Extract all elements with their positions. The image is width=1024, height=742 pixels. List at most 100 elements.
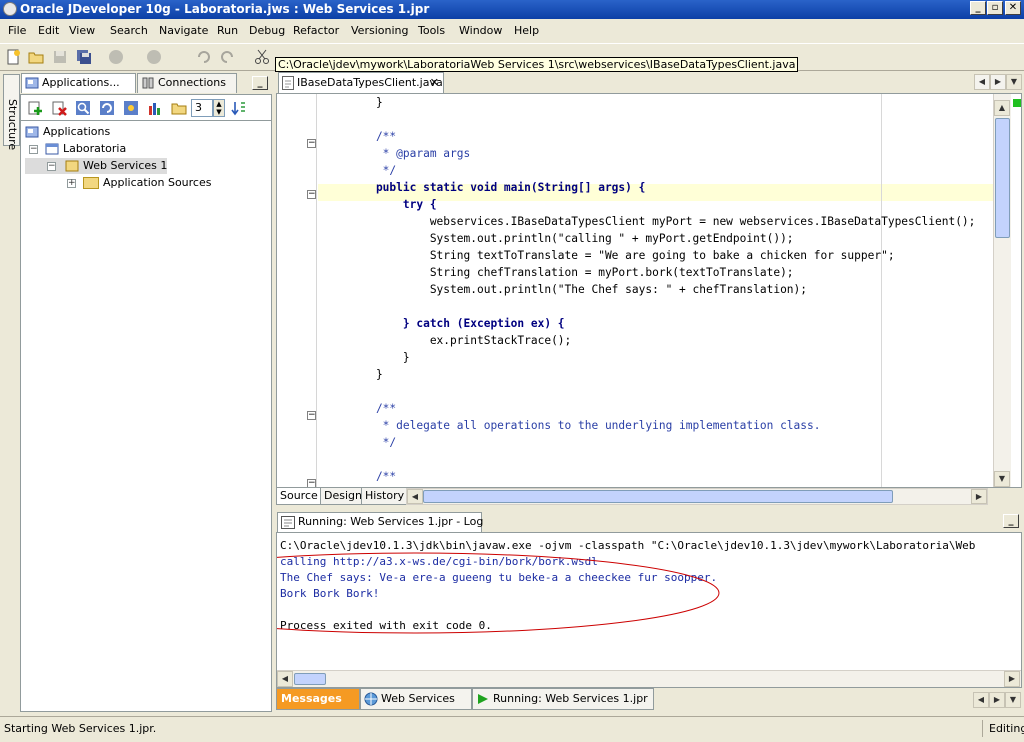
- right-margin-line: [881, 94, 882, 487]
- log-output[interactable]: C:\Oracle\jdev10.1.3\jdk\bin\javaw.exe -…: [276, 532, 1022, 688]
- redo-icon[interactable]: [220, 49, 236, 65]
- code-line: System.out.println("The Chef says: " + c…: [349, 283, 808, 296]
- editor-vertical-scrollbar[interactable]: ▲ ▼: [993, 94, 1011, 487]
- back-icon[interactable]: [108, 49, 124, 65]
- code-line: try {: [349, 198, 437, 211]
- log-minimize-button[interactable]: _: [1003, 514, 1019, 528]
- delete-icon[interactable]: [51, 100, 67, 116]
- properties-icon[interactable]: [123, 100, 139, 116]
- status-bar: Starting Web Services 1.jpr. Editing: [0, 716, 1024, 740]
- level-spinner-input[interactable]: 3: [191, 99, 213, 117]
- navigator-minimize-button[interactable]: _: [252, 76, 268, 90]
- level-spinner-arrows[interactable]: ▲ ▼: [213, 99, 225, 117]
- chart-icon[interactable]: [147, 100, 163, 116]
- scroll-thumb[interactable]: [995, 118, 1010, 238]
- tab-scroll-left-button[interactable]: ◀: [974, 74, 990, 90]
- menu-refactor[interactable]: Refactor: [293, 24, 339, 37]
- open-icon[interactable]: [28, 49, 44, 65]
- fold-collapse-icon[interactable]: −: [307, 479, 316, 487]
- tab-messages[interactable]: Messages: [276, 688, 360, 710]
- new-icon[interactable]: [5, 49, 21, 65]
- find-icon[interactable]: [75, 100, 91, 116]
- run-icon: [478, 694, 488, 704]
- tree-node-application-sources[interactable]: + Application Sources: [25, 175, 211, 191]
- code-line: */: [349, 436, 397, 449]
- code-editor[interactable]: − − − − } /** * @param args */ public st…: [276, 93, 1022, 488]
- fold-collapse-icon[interactable]: −: [307, 190, 316, 199]
- tab-connections[interactable]: Connections: [137, 73, 237, 93]
- collapse-icon[interactable]: −: [29, 145, 38, 154]
- structure-side-tab[interactable]: Structure: [3, 74, 20, 150]
- dock-tab-bar: Messages Web Services Running: Web Servi…: [276, 688, 1022, 710]
- code-line: String chefTranslation = myPort.bork(tex…: [349, 266, 794, 279]
- tab-scroll-right-button[interactable]: ▶: [990, 74, 1006, 90]
- scroll-right-button[interactable]: ▶: [971, 489, 987, 504]
- code-line: }: [349, 96, 383, 109]
- save-all-icon[interactable]: [76, 49, 92, 65]
- close-button[interactable]: ✕: [1005, 1, 1021, 15]
- tab-history[interactable]: History: [361, 488, 409, 505]
- forward-icon[interactable]: [146, 49, 162, 65]
- code-line: }: [349, 351, 410, 364]
- scroll-down-button[interactable]: ▼: [994, 471, 1010, 487]
- menu-tools[interactable]: Tools: [418, 24, 445, 37]
- jdeveloper-app-icon: [3, 2, 17, 16]
- tab-applications[interactable]: Applications...: [21, 73, 136, 93]
- dock-scroll-left-button[interactable]: ◀: [973, 692, 989, 708]
- tree-label-applications: Applications: [43, 125, 111, 138]
- fold-collapse-icon[interactable]: −: [307, 411, 316, 420]
- tree-node-web-services-1[interactable]: − Web Services 1: [25, 158, 168, 174]
- menu-debug[interactable]: Debug: [249, 24, 285, 37]
- log-horizontal-scrollbar[interactable]: ◀ ▶: [277, 670, 1021, 687]
- code-line: */: [349, 164, 397, 177]
- collapse-icon[interactable]: −: [47, 162, 56, 171]
- annotation-ellipse: [277, 552, 720, 634]
- code-line: * @param args: [349, 147, 471, 160]
- editor-tab-ibasedatatypesclient[interactable]: IBaseDataTypesClient.java ✕: [278, 72, 444, 93]
- close-tab-icon[interactable]: ✕: [430, 73, 439, 92]
- tab-design[interactable]: Design: [320, 488, 366, 505]
- status-mode: Editing: [989, 722, 1024, 735]
- navigator-toolbar: 3 ▲ ▼: [20, 94, 272, 120]
- menu-run[interactable]: Run: [217, 24, 238, 37]
- maximize-button[interactable]: ▫: [987, 1, 1003, 15]
- tab-list-button[interactable]: ▼: [1006, 74, 1022, 90]
- menu-view[interactable]: View: [69, 24, 95, 37]
- tab-source[interactable]: Source: [276, 488, 322, 505]
- folder-icon[interactable]: [171, 100, 187, 116]
- scroll-right-button[interactable]: ▶: [1004, 671, 1020, 687]
- tab-web-services[interactable]: Web Services: [360, 688, 472, 710]
- dock-scroll-right-button[interactable]: ▶: [989, 692, 1005, 708]
- dock-list-button[interactable]: ▼: [1005, 692, 1021, 708]
- menu-edit[interactable]: Edit: [38, 24, 59, 37]
- cut-icon[interactable]: [254, 49, 270, 65]
- tab-connections-label: Connections: [158, 76, 226, 89]
- hscroll-thumb[interactable]: [294, 673, 326, 685]
- menu-help[interactable]: Help: [514, 24, 539, 37]
- scroll-left-button[interactable]: ◀: [407, 489, 423, 504]
- save-icon[interactable]: [52, 49, 68, 65]
- menu-file[interactable]: File: [8, 24, 26, 37]
- menu-navigate[interactable]: Navigate: [159, 24, 208, 37]
- connections-icon: [142, 77, 154, 89]
- file-path-tooltip: C:\Oracle\jdev\mywork\LaboratoriaWeb Ser…: [275, 57, 799, 72]
- menu-versioning[interactable]: Versioning: [351, 24, 408, 37]
- tab-running[interactable]: Running: Web Services 1.jpr: [472, 688, 654, 710]
- sort-icon[interactable]: [231, 100, 247, 116]
- undo-icon[interactable]: [195, 49, 211, 65]
- scroll-up-button[interactable]: ▲: [994, 100, 1010, 116]
- hscroll-thumb[interactable]: [423, 490, 893, 503]
- fold-collapse-icon[interactable]: −: [307, 139, 316, 148]
- tab-running-log[interactable]: Running: Web Services 1.jpr - Log: [277, 512, 483, 532]
- tree-node-laboratoria[interactable]: − Laboratoria: [25, 141, 126, 157]
- scroll-left-button[interactable]: ◀: [277, 671, 293, 687]
- tree-node-applications[interactable]: Applications: [25, 124, 110, 140]
- menu-window[interactable]: Window: [459, 24, 502, 37]
- editor-horizontal-scrollbar[interactable]: ◀ ▶: [406, 488, 988, 505]
- status-message: Starting Web Services 1.jpr.: [4, 722, 157, 735]
- refresh-icon[interactable]: [99, 100, 115, 116]
- add-icon[interactable]: [27, 100, 43, 116]
- menu-search[interactable]: Search: [110, 24, 148, 37]
- minimize-button[interactable]: _: [970, 1, 986, 15]
- expand-icon[interactable]: +: [67, 179, 76, 188]
